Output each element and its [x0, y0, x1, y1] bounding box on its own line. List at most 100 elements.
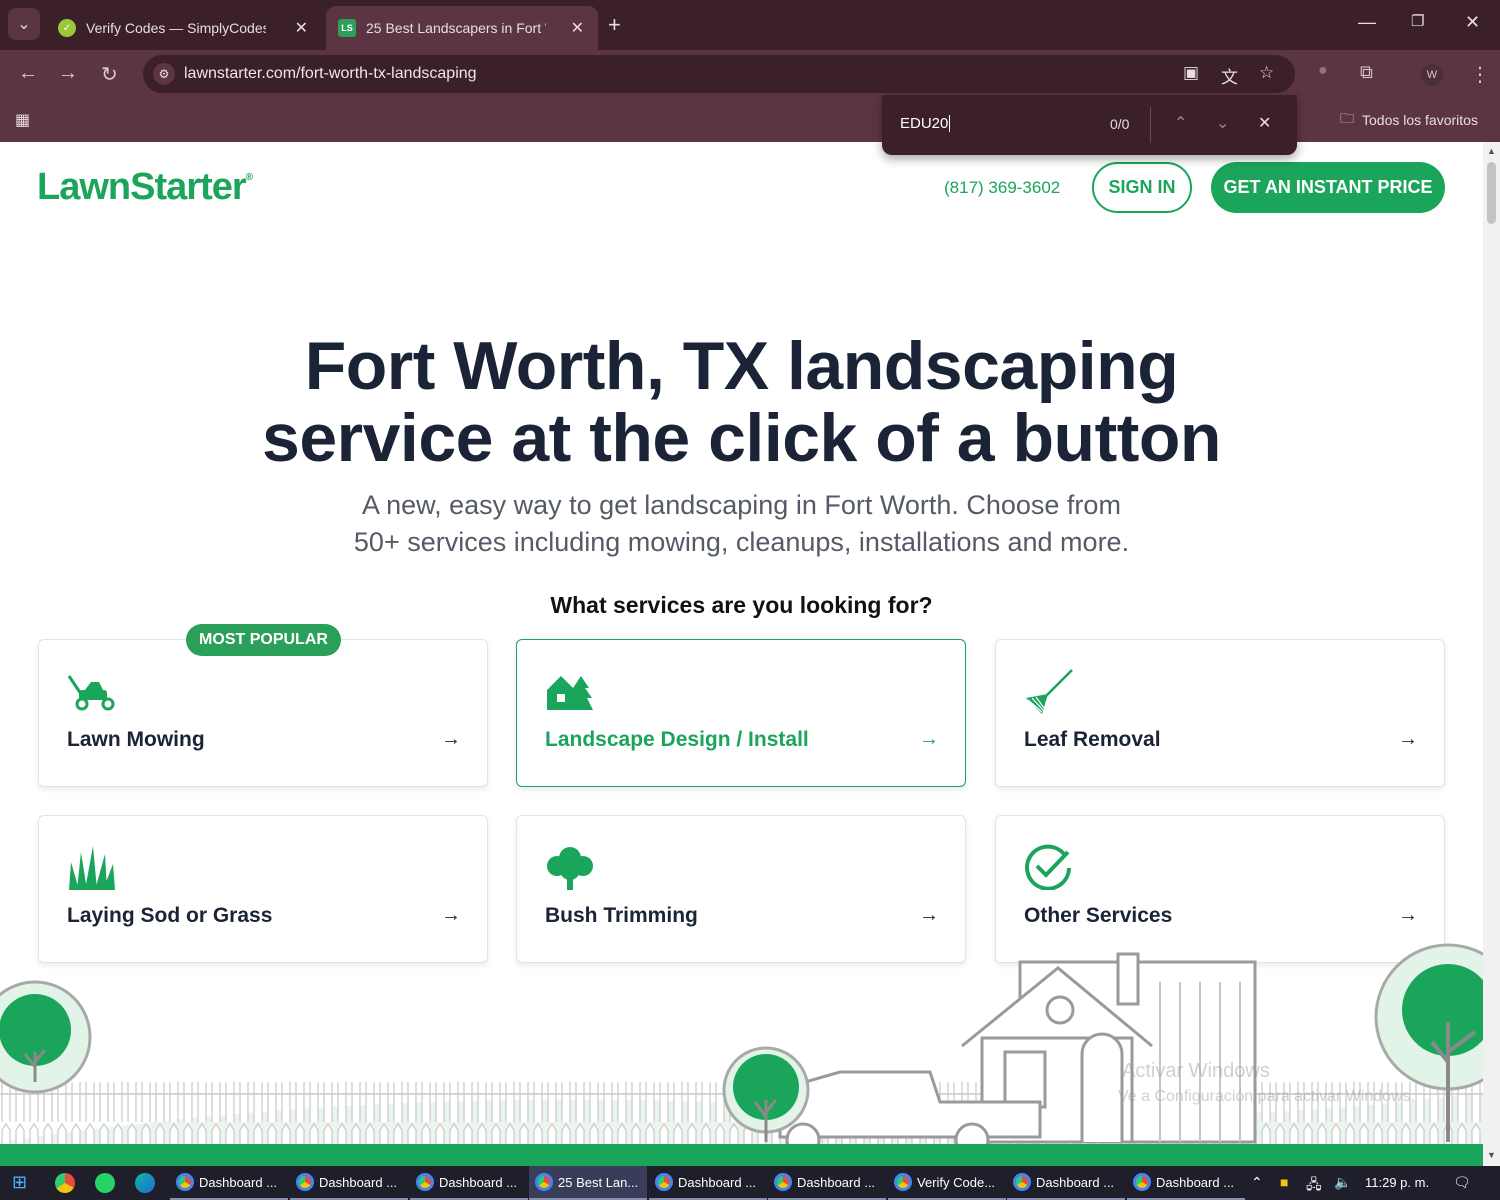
new-tab-plus-icon[interactable]: + — [608, 12, 621, 38]
taskbar-item[interactable]: Dashboard ... — [1007, 1166, 1125, 1200]
tab-title: Verify Codes — SimplyCodes — [86, 20, 266, 36]
service-card-leaf-removal[interactable]: Leaf Removal → — [995, 639, 1445, 787]
restore-icon[interactable]: ❐ — [1411, 12, 1424, 30]
scroll-up-icon[interactable]: ▲ — [1487, 146, 1496, 156]
all-bookmarks-folder[interactable]: 🗀 Todos los favoritos — [1340, 108, 1478, 132]
bush-icon — [547, 847, 593, 890]
find-next-icon[interactable]: ⌄ — [1216, 113, 1229, 133]
arrow-right-icon: → — [441, 728, 461, 750]
lens-icon[interactable]: ▣ — [1183, 63, 1199, 83]
page-scrollbar[interactable]: ▲ ▼ — [1483, 142, 1500, 1166]
taskbar-item-active[interactable]: 25 Best Lan... — [529, 1166, 647, 1200]
taskbar-item[interactable]: Dashboard ... — [1127, 1166, 1245, 1200]
page-content: LawnStarter® (817) 369-3602 SIGN IN GET … — [0, 142, 1483, 1166]
url-text: lawnstarter.com/fort-worth-tx-landscapin… — [184, 65, 477, 82]
sign-in-button[interactable]: SIGN IN — [1092, 162, 1192, 213]
taskbar-item[interactable]: Dashboard ... — [410, 1166, 528, 1200]
phone-link[interactable]: (817) 369-3602 — [944, 178, 1060, 198]
network-icon[interactable]: 🖧 — [1306, 1174, 1322, 1198]
extension-puzzle-icon[interactable]: ● — [1318, 62, 1328, 80]
taskbar-item[interactable]: Dashboard ... — [170, 1166, 288, 1200]
grass-icon — [69, 846, 115, 890]
arrow-right-icon: → — [1398, 728, 1418, 750]
logo-text: LawnStarter — [37, 166, 247, 208]
find-input[interactable]: EDU20 — [900, 115, 951, 132]
extensions-icon[interactable]: ⧉ — [1360, 62, 1373, 83]
windows-activation-subtitle: Ve a Configuración para activar Windows. — [1118, 1088, 1416, 1105]
simplycodes-icon: ✓ — [58, 19, 76, 37]
taskbar-item-label: Dashboard ... — [199, 1174, 278, 1190]
arrow-right-icon: → — [441, 904, 461, 926]
back-arrow-icon[interactable]: ← — [18, 62, 38, 85]
chrome-icon — [296, 1173, 314, 1191]
close-window-icon[interactable]: ✕ — [1465, 12, 1480, 33]
lawnstarter-favicon-icon: LS — [338, 19, 356, 37]
chrome-icon — [894, 1173, 912, 1191]
close-tab-icon[interactable]: ✕ — [295, 18, 308, 38]
close-tab-icon[interactable]: ✕ — [571, 18, 584, 38]
service-card-lawn-mowing[interactable]: Lawn Mowing → — [38, 639, 488, 787]
taskbar-item[interactable]: Dashboard ... — [768, 1166, 886, 1200]
get-instant-price-button[interactable]: GET AN INSTANT PRICE — [1211, 162, 1445, 213]
notifications-icon[interactable]: 🗨 — [1453, 1174, 1471, 1191]
apps-grid-icon[interactable]: ▦ — [15, 110, 30, 130]
rake-icon — [1026, 669, 1073, 714]
tab-simplycodes[interactable]: ✓ Verify Codes — SimplyCodes ✕ — [46, 6, 322, 50]
tab-strip: ⌄ ✓ Verify Codes — SimplyCodes ✕ LS 25 B… — [0, 0, 1500, 50]
divider — [1150, 107, 1151, 143]
clock[interactable]: 11:29 p. m. — [1365, 1175, 1429, 1190]
chrome-icon — [1133, 1173, 1151, 1191]
tab-lawnstarter[interactable]: LS 25 Best Landscapers in Fort Wo ✕ — [326, 6, 598, 50]
taskbar-item-label: Dashboard ... — [439, 1174, 518, 1190]
lawnstarter-logo[interactable]: LawnStarter® — [37, 166, 253, 209]
subheadline: A new, easy way to get landscaping in Fo… — [0, 487, 1483, 561]
arrow-right-icon: → — [919, 904, 939, 926]
chrome-icon[interactable] — [55, 1173, 75, 1193]
find-match-count: 0/0 — [1110, 116, 1130, 132]
browser-toolbar: ← → ↻ ⚙ lawnstarter.com/fort-worth-tx-la… — [0, 50, 1500, 98]
tray-chevron-up-icon[interactable]: ⌃ — [1251, 1174, 1263, 1191]
taskbar-item[interactable]: Dashboard ... — [290, 1166, 408, 1200]
scroll-down-icon[interactable]: ▼ — [1487, 1150, 1496, 1160]
service-card-bush-trimming[interactable]: Bush Trimming → — [516, 815, 966, 963]
minimize-icon[interactable]: — — [1358, 12, 1376, 33]
taskbar-item[interactable]: Dashboard ... — [649, 1166, 767, 1200]
whatsapp-icon[interactable] — [95, 1173, 115, 1193]
edge-icon[interactable] — [135, 1173, 155, 1193]
windows-taskbar: ⊞ Dashboard ... Dashboard ... Dashboard … — [0, 1166, 1500, 1200]
chrome-icon — [416, 1173, 434, 1191]
forward-arrow-icon[interactable]: → — [58, 62, 78, 85]
arrow-right-icon: → — [919, 728, 939, 750]
arrow-right-icon: → — [1398, 904, 1418, 926]
most-popular-badge: MOST POPULAR — [186, 624, 341, 656]
tray-app-icon[interactable]: ■ — [1280, 1174, 1288, 1190]
house-tree-icon — [547, 676, 593, 710]
service-card-other-services[interactable]: Other Services → — [995, 815, 1445, 963]
volume-icon[interactable]: 🔈 — [1334, 1174, 1351, 1191]
taskbar-item[interactable]: Verify Code... — [888, 1166, 1006, 1200]
service-label: Other Services — [1024, 904, 1173, 927]
find-close-icon[interactable]: ✕ — [1258, 113, 1271, 133]
taskbar-item-label: Verify Code... — [917, 1174, 996, 1190]
reload-icon[interactable]: ↻ — [101, 62, 118, 87]
find-in-page-bar: EDU20 0/0 ⌃ ⌄ ✕ — [882, 95, 1297, 155]
service-card-laying-sod[interactable]: Laying Sod or Grass → — [38, 815, 488, 963]
lawn-mower-icon — [67, 675, 115, 711]
address-bar[interactable]: ⚙ lawnstarter.com/fort-worth-tx-landscap… — [143, 55, 1295, 93]
headline-line-1: Fort Worth, TX landscaping — [304, 328, 1179, 404]
subheadline-line-2: 50+ services including mowing, cleanups,… — [353, 527, 1130, 557]
translate-icon[interactable]: 文 — [1221, 63, 1238, 88]
scrollbar-thumb[interactable] — [1487, 162, 1496, 224]
tab-search-button[interactable]: ⌄ — [8, 8, 40, 40]
service-card-landscape-design[interactable]: Landscape Design / Install → — [516, 639, 966, 787]
taskbar-item-label: Dashboard ... — [319, 1174, 398, 1190]
service-label: Landscape Design / Install — [545, 728, 809, 751]
menu-kebab-icon[interactable]: ⋮ — [1470, 62, 1490, 87]
find-previous-icon[interactable]: ⌃ — [1174, 113, 1187, 133]
windows-start-icon[interactable]: ⊞ — [12, 1172, 27, 1193]
profile-avatar[interactable]: W — [1421, 64, 1443, 86]
services-question: What services are you looking for? — [550, 592, 933, 618]
site-settings-icon[interactable]: ⚙ — [153, 63, 175, 85]
bookmark-star-icon[interactable]: ☆ — [1259, 63, 1274, 83]
folder-icon: 🗀 — [1340, 110, 1354, 126]
